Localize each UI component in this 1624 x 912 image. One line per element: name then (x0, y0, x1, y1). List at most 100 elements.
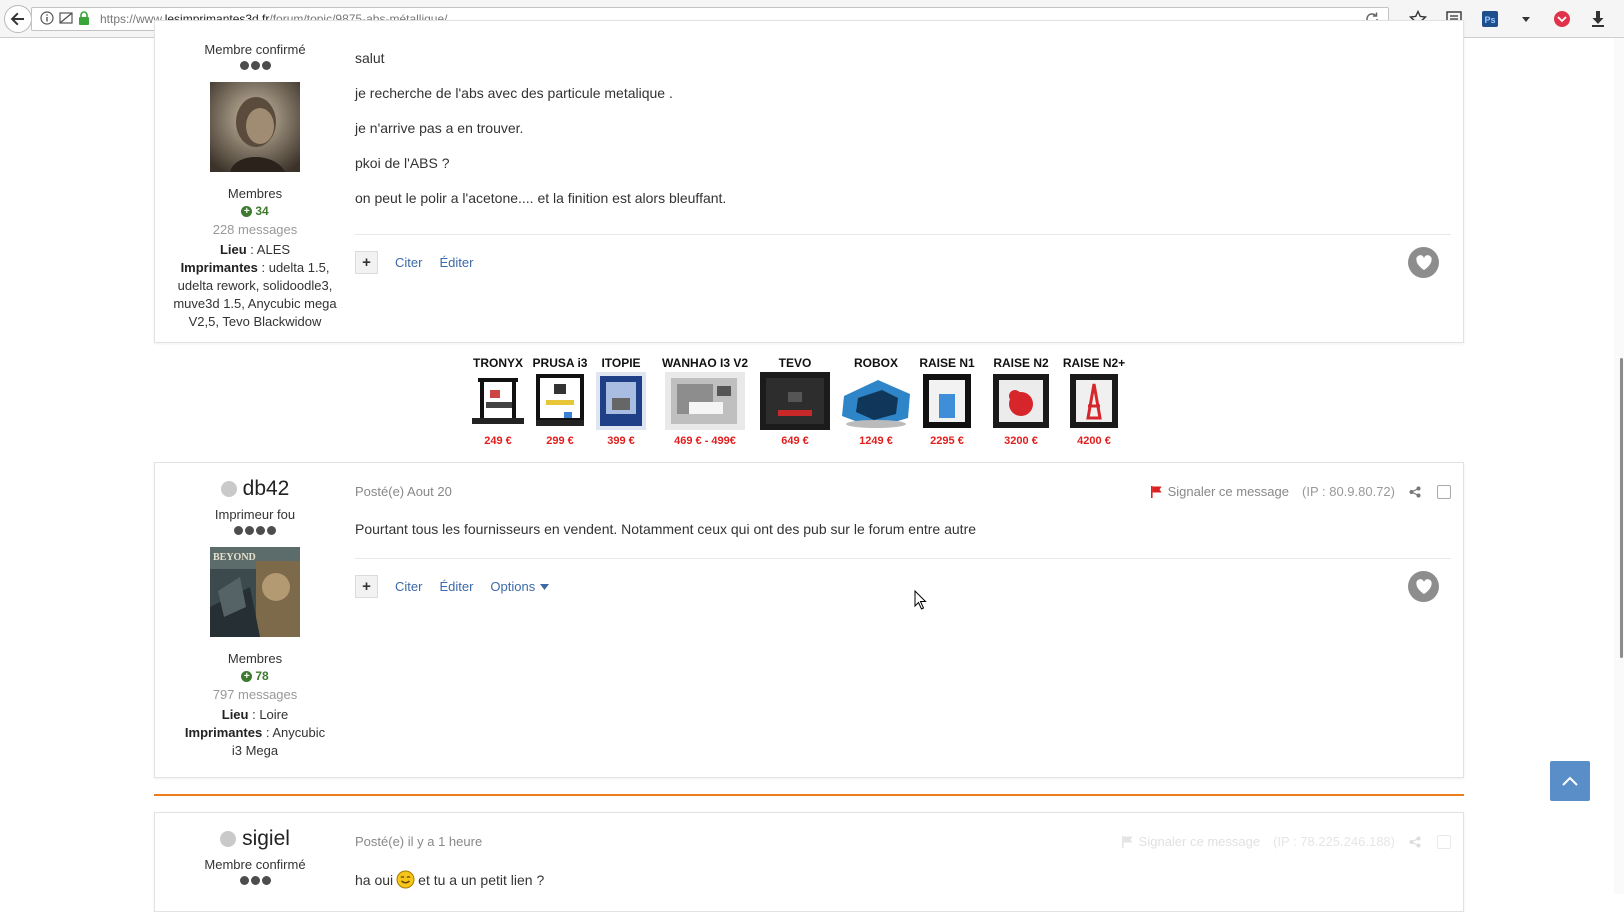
pocket-icon[interactable] (1544, 9, 1580, 29)
reputation-badge: +78 (155, 669, 355, 683)
post-2-author-panel: db42 Imprimeur fou BEYOND Membres +78 79… (155, 477, 355, 760)
printer-tronyx-image (468, 372, 528, 430)
post-paragraph: salut (355, 50, 385, 66)
caret-down-icon (540, 583, 550, 590)
printer-prusa-image (534, 372, 586, 430)
message-count: 228 messages (212, 222, 298, 237)
author-rank: Membre confirmé (204, 857, 306, 872)
report-post-link[interactable]: Signaler ce message (1121, 834, 1260, 849)
edit-link[interactable]: Éditer (439, 255, 473, 270)
chevron-up-icon (1562, 776, 1578, 786)
printer-tevo-image (760, 372, 830, 430)
ad-item-prusa-i3[interactable]: PRUSA i3 299 € (531, 356, 589, 447)
smile-emoji-icon (396, 870, 415, 889)
like-button[interactable] (1408, 571, 1439, 602)
author-rank: Imprimeur fou (214, 507, 296, 522)
rank-pips (155, 61, 355, 70)
multiquote-button[interactable]: + (355, 251, 378, 274)
svg-text:BEYOND: BEYOND (213, 552, 256, 563)
post-1-body: salut je recherche de l'abs avec des par… (355, 50, 1451, 206)
printer-raise-n2-plus-image (1068, 372, 1120, 430)
plus-circle-icon: + (241, 205, 253, 217)
avatar[interactable]: BEYOND (210, 547, 300, 637)
post-2-body: Pourtant tous les fournisseurs en venden… (355, 521, 1451, 537)
like-button[interactable] (1408, 247, 1439, 278)
post-paragraph: pkoi de l'ABS ? (355, 155, 450, 171)
download-icon[interactable] (1580, 9, 1616, 29)
rank-pips (155, 876, 355, 885)
page-scrollbar[interactable] (1614, 38, 1624, 894)
author-name[interactable]: sigiel (220, 827, 290, 851)
flag-icon (1121, 836, 1133, 848)
svg-text:Ps: Ps (1485, 15, 1496, 25)
printer-raise-n1-image (921, 372, 973, 430)
author-name[interactable]: db42 (220, 477, 289, 501)
info-icon[interactable] (40, 11, 54, 25)
reputation-badge: +34 (155, 204, 355, 218)
report-post-link[interactable]: Signaler ce message (1150, 484, 1289, 499)
post-3: sigiel Membre confirmé Posté(e) il y a 1… (154, 812, 1464, 912)
quote-link[interactable]: Citer (395, 579, 422, 594)
post-1-author-panel: Membre confirmé Membres +34 228 messages… (155, 42, 355, 331)
author-location: Lieu : Loire (221, 707, 289, 722)
mouse-cursor-icon (914, 590, 927, 610)
ad-item-raise-n2-plus[interactable]: RAISE N2+ 4200 € (1059, 356, 1129, 447)
author-group: Membres (227, 651, 283, 666)
share-icon[interactable] (1409, 486, 1421, 498)
menu-hamburger-icon[interactable] (1616, 9, 1624, 29)
post-paragraph: Pourtant tous les fournisseurs en venden… (355, 521, 977, 537)
offline-status-icon (220, 831, 237, 847)
extension-dropdown-icon[interactable] (1508, 9, 1544, 29)
share-icon[interactable] (1409, 836, 1421, 848)
scrollbar-thumb[interactable] (1620, 358, 1623, 658)
back-button[interactable] (4, 5, 32, 33)
edit-link[interactable]: Éditer (439, 579, 473, 594)
scroll-to-top-button[interactable] (1550, 761, 1590, 801)
post-date[interactable]: Posté(e) il y a 1 heure (355, 834, 482, 849)
post-1: Membre confirmé Membres +34 228 messages… (154, 20, 1464, 343)
post-paragraph: ha oui et tu a un petit lien ? (355, 870, 545, 889)
quote-link[interactable]: Citer (395, 255, 422, 270)
post-3-tools: Signaler ce message (IP : 78.225.246.188… (1121, 834, 1451, 849)
avatar[interactable] (210, 82, 300, 172)
ad-item-tronyx[interactable]: TRONYX 249 € (463, 356, 533, 447)
post-2-actions: + Citer Éditer Options (355, 558, 1451, 614)
heart-icon (1415, 578, 1432, 594)
post-3-body: ha oui et tu a un petit lien ? (355, 870, 1451, 889)
message-count: 797 messages (212, 687, 298, 702)
new-posts-divider (154, 794, 1464, 796)
rank-pips (155, 526, 355, 535)
multiquote-button[interactable]: + (355, 575, 378, 598)
author-location: Lieu : ALES (219, 242, 291, 257)
post-1-actions: + Citer Éditer (355, 234, 1451, 290)
ip-address: (IP : 78.225.246.188) (1273, 834, 1395, 849)
printer-robox-image (838, 372, 914, 430)
ad-item-robox[interactable]: ROBOX 1249 € (838, 356, 914, 447)
ad-item-raise-n1[interactable]: RAISE N1 2295 € (914, 356, 980, 447)
select-post-checkbox[interactable] (1437, 484, 1451, 499)
options-dropdown[interactable]: Options (490, 579, 550, 594)
extension-ps-icon[interactable]: Ps (1472, 9, 1508, 29)
post-paragraph: je n'arrive pas a en trouver. (355, 120, 524, 136)
printer-wanhao-image (665, 372, 745, 430)
blocked-content-icon[interactable] (59, 11, 73, 25)
post-date[interactable]: Posté(e) Aout 20 (355, 484, 452, 499)
ad-item-tevo[interactable]: TEVO 649 € (758, 356, 832, 447)
author-printers: Imprimantes : Anycubic i3 Mega (184, 725, 326, 758)
post-2-tools: Signaler ce message (IP : 80.9.80.72) (1150, 484, 1451, 499)
ad-item-wanhao[interactable]: WANHAO I3 V2 469 € - 499€ (659, 356, 751, 447)
select-post-checkbox[interactable] (1437, 834, 1451, 849)
ip-address: (IP : 80.9.80.72) (1302, 484, 1395, 499)
back-arrow-icon (10, 12, 24, 26)
printer-raise-n2-image (991, 372, 1051, 430)
lock-icon[interactable] (78, 11, 90, 25)
post-2: db42 Imprimeur fou BEYOND Membres +78 79… (154, 462, 1464, 778)
heart-icon (1415, 254, 1432, 270)
post-paragraph: je recherche de l'abs avec des particule… (355, 85, 673, 101)
post-3-author-panel: sigiel Membre confirmé (155, 827, 355, 885)
ad-item-itopie[interactable]: ITOPIE 399 € (593, 356, 649, 447)
author-rank: Membre confirmé (204, 42, 306, 57)
ad-item-raise-n2[interactable]: RAISE N2 3200 € (985, 356, 1057, 447)
plus-circle-icon: + (241, 670, 253, 682)
printer-ad-banner[interactable]: TRONYX 249 € PRUSA i3 299 € ITOPIE 399 €… (463, 356, 1149, 452)
